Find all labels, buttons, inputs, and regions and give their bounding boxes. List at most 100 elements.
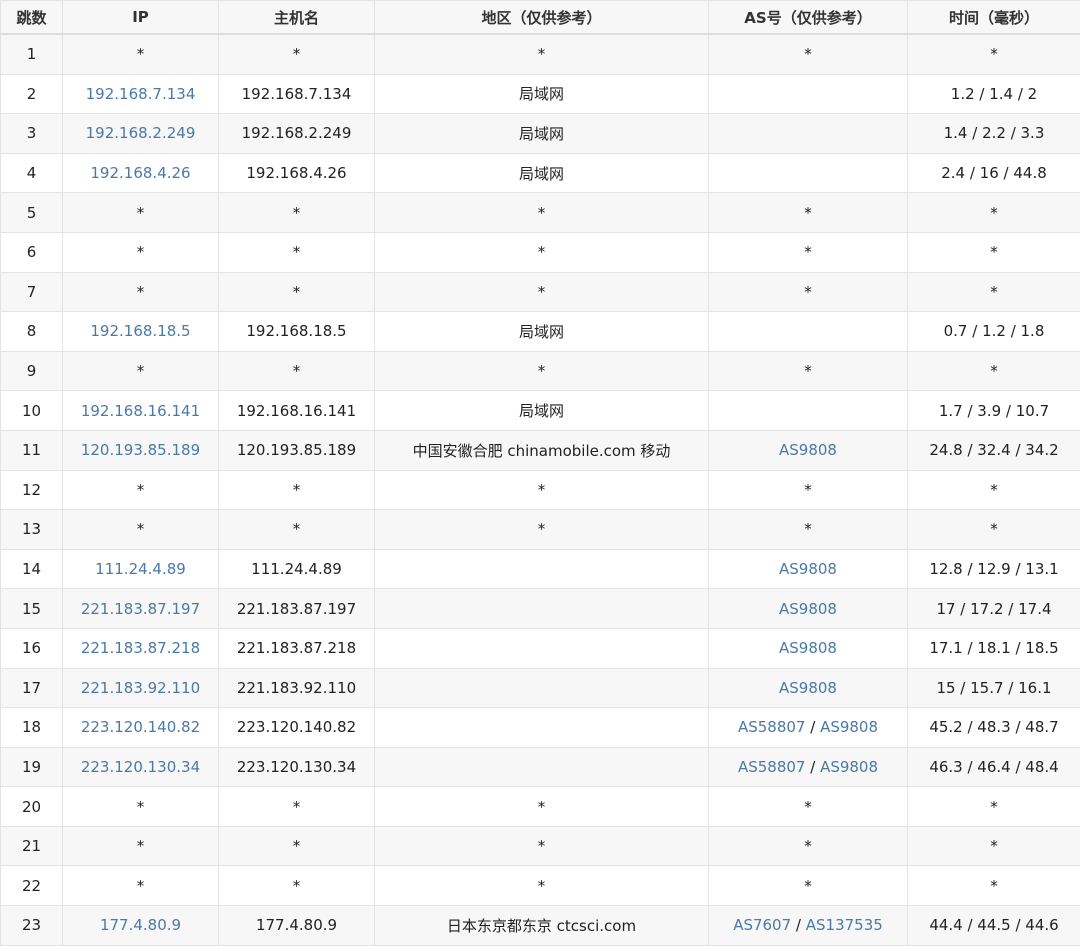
ip-cell: * <box>62 350 219 392</box>
ip-link[interactable]: 192.168.4.26 <box>90 164 190 182</box>
ip-link[interactable]: 192.168.2.249 <box>86 124 196 142</box>
as-link[interactable]: AS9808 <box>779 441 837 459</box>
as-cell: * <box>708 469 908 511</box>
as-link[interactable]: AS9808 <box>820 718 878 736</box>
as-cell <box>708 390 908 431</box>
as-link[interactable]: AS7607 <box>733 916 791 934</box>
hop-cell: 8 <box>0 311 63 352</box>
time-cell: 0.7 / 1.2 / 1.8 <box>907 311 1080 352</box>
ip-link[interactable]: 223.120.140.82 <box>81 718 200 736</box>
ip-cell: * <box>62 509 219 550</box>
hop-cell: 2 <box>0 73 63 115</box>
hop-cell: 20 <box>0 786 63 827</box>
region-cell: 中国安徽合肥 chinamobile.com 移动 <box>374 429 709 471</box>
time-cell: * <box>907 271 1080 313</box>
time-cell: 45.2 / 48.3 / 48.7 <box>907 707 1080 748</box>
ip-cell: 221.183.92.110 <box>62 667 219 709</box>
ip-link[interactable]: 192.168.7.134 <box>86 85 196 103</box>
as-cell: AS9808 <box>708 548 908 590</box>
hop-cell: 5 <box>0 192 63 233</box>
region-cell: * <box>374 469 709 511</box>
table-row: 5 * * * * * <box>0 192 1080 233</box>
hop-cell: 23 <box>0 905 63 946</box>
hop-cell: 15 <box>0 588 63 629</box>
as-cell <box>708 311 908 352</box>
ip-link[interactable]: 192.168.16.141 <box>81 402 200 420</box>
as-link[interactable]: AS9808 <box>779 600 837 618</box>
table-row: 15 221.183.87.197 221.183.87.197 AS9808 17 /… <box>0 588 1080 629</box>
ip-link[interactable]: 111.24.4.89 <box>95 560 186 578</box>
as-cell: AS9808 <box>708 627 908 669</box>
hostname-cell: * <box>218 33 375 75</box>
region-cell: 局域网 <box>374 113 709 154</box>
column-header-hop: 跳数 <box>0 0 63 35</box>
ip-cell: * <box>62 786 219 827</box>
as-value: * <box>804 837 812 856</box>
as-cell: * <box>708 33 908 75</box>
hostname-cell: 221.183.92.110 <box>218 667 375 709</box>
as-link[interactable]: AS9808 <box>779 639 837 657</box>
ip-link[interactable]: 221.183.92.110 <box>81 679 200 697</box>
hostname-cell: 223.120.140.82 <box>218 707 375 748</box>
table-row: 8 192.168.18.5 192.168.18.5 局域网 0.7 / 1.2 / … <box>0 311 1080 352</box>
region-cell <box>374 588 709 629</box>
as-separator: / <box>805 757 821 776</box>
hop-cell: 11 <box>0 429 63 471</box>
ip-cell: 192.168.4.26 <box>62 152 219 194</box>
hop-cell: 9 <box>0 350 63 392</box>
as-link[interactable]: AS9808 <box>779 560 837 578</box>
table-header-row: 跳数 IP 主机名 地区（仅供参考） AS号（仅供参考） 时间（毫秒） <box>0 0 1080 35</box>
hostname-cell: 120.193.85.189 <box>218 429 375 471</box>
hop-cell: 21 <box>0 825 63 867</box>
ip-link[interactable]: 223.120.130.34 <box>81 758 200 776</box>
region-cell: * <box>374 231 709 273</box>
time-cell: * <box>907 825 1080 867</box>
ip-cell: * <box>62 33 219 75</box>
time-cell: * <box>907 231 1080 273</box>
hostname-cell: * <box>218 509 375 550</box>
hostname-cell: 192.168.2.249 <box>218 113 375 154</box>
as-link[interactable]: AS9808 <box>820 758 878 776</box>
region-cell: 局域网 <box>374 152 709 194</box>
ip-cell: * <box>62 469 219 511</box>
ip-cell: 177.4.80.9 <box>62 905 219 946</box>
ip-link[interactable]: 192.168.18.5 <box>90 322 190 340</box>
table-row: 14 111.24.4.89 111.24.4.89 AS9808 12.8 / 12.… <box>0 548 1080 590</box>
table-row: 7 * * * * * <box>0 271 1080 313</box>
ip-link[interactable]: 221.183.87.197 <box>81 600 200 618</box>
as-link[interactable]: AS58807 <box>738 758 806 776</box>
hop-cell: 7 <box>0 271 63 313</box>
as-link[interactable]: AS9808 <box>779 679 837 697</box>
region-cell: * <box>374 271 709 313</box>
ip-link[interactable]: 120.193.85.189 <box>81 441 200 459</box>
column-header-as-number: AS号（仅供参考） <box>708 0 908 35</box>
hop-cell: 22 <box>0 865 63 907</box>
as-link[interactable]: AS137535 <box>806 916 883 934</box>
as-value: * <box>804 203 812 222</box>
as-cell: * <box>708 825 908 867</box>
hostname-cell: * <box>218 469 375 511</box>
hop-cell: 19 <box>0 746 63 788</box>
as-value: * <box>804 520 812 539</box>
ip-cell: 192.168.18.5 <box>62 311 219 352</box>
ip-link[interactable]: 177.4.80.9 <box>100 916 181 934</box>
table-row: 19 223.120.130.34 223.120.130.34 AS58807 / … <box>0 746 1080 788</box>
table-row: 2 192.168.7.134 192.168.7.134 局域网 1.2 / 1.4 … <box>0 73 1080 115</box>
region-cell: 局域网 <box>374 311 709 352</box>
hop-cell: 17 <box>0 667 63 709</box>
table-row: 20 * * * * * <box>0 786 1080 827</box>
as-separator: / <box>805 718 821 737</box>
hop-cell: 3 <box>0 113 63 154</box>
ip-link[interactable]: 221.183.87.218 <box>81 639 200 657</box>
hop-cell: 16 <box>0 627 63 669</box>
hop-cell: 10 <box>0 390 63 431</box>
as-link[interactable]: AS58807 <box>738 718 806 736</box>
table-row: 4 192.168.4.26 192.168.4.26 局域网 2.4 / 16 / 4… <box>0 152 1080 194</box>
table-row: 10 192.168.16.141 192.168.16.141 局域网 1.7 / 3… <box>0 390 1080 431</box>
time-cell: * <box>907 192 1080 233</box>
as-cell: AS9808 <box>708 588 908 629</box>
region-cell: 局域网 <box>374 390 709 431</box>
table-row: 1 * * * * * <box>0 33 1080 75</box>
hop-cell: 6 <box>0 231 63 273</box>
time-cell: 17.1 / 18.1 / 18.5 <box>907 627 1080 669</box>
